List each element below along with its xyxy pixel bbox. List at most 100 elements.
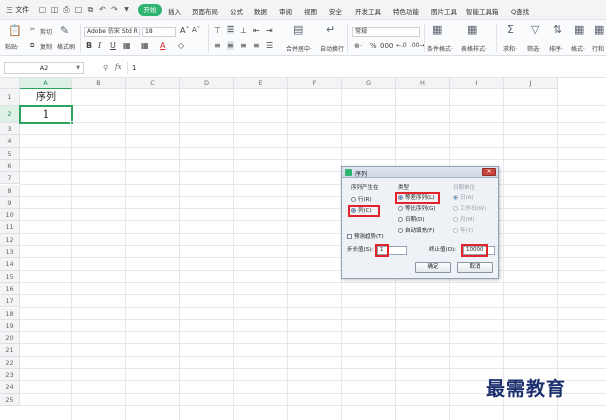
align-bottom-icon[interactable]: ⊥ bbox=[240, 26, 247, 35]
conditional-format-icon[interactable]: ▦ bbox=[432, 23, 442, 36]
column-header-f[interactable]: F bbox=[288, 78, 342, 89]
decrease-decimal-icon[interactable]: .00→ bbox=[410, 42, 425, 49]
format-button[interactable]: 格式· bbox=[571, 44, 585, 53]
font-size-select[interactable]: 18 bbox=[142, 27, 176, 37]
align-left-icon[interactable]: ≡ bbox=[214, 41, 221, 50]
border-icon[interactable]: ▦ bbox=[123, 41, 131, 50]
row-header-23[interactable]: 23 bbox=[0, 369, 20, 382]
print-preview-icon[interactable]: ◫ bbox=[50, 5, 59, 14]
tab-smart-toolbox[interactable]: 智能工具箱 bbox=[466, 6, 499, 16]
trend-checkbox[interactable]: 预测趋势(T) bbox=[347, 234, 384, 241]
cell-a2[interactable]: 1 bbox=[20, 106, 72, 123]
tab-review[interactable]: 审阅 bbox=[279, 6, 292, 16]
format-painter-button[interactable]: 格式刷 bbox=[57, 42, 75, 51]
row-header-16[interactable]: 16 bbox=[0, 282, 20, 296]
row-header-2[interactable]: 2 bbox=[0, 106, 20, 123]
indent-right-icon[interactable]: ⇥ bbox=[266, 26, 273, 35]
row-header-15[interactable]: 15 bbox=[0, 270, 20, 283]
fill-color-icon[interactable]: ▦ bbox=[141, 41, 149, 50]
close-icon[interactable]: ✕ bbox=[482, 168, 496, 176]
column-header-b[interactable]: B bbox=[72, 78, 126, 89]
row-header-7[interactable]: 7 bbox=[0, 172, 20, 185]
sum-button[interactable]: 求和· bbox=[503, 44, 517, 53]
align-middle-icon[interactable]: ☰ bbox=[227, 25, 235, 34]
row-header-22[interactable]: 22 bbox=[0, 356, 20, 369]
sheet-grid[interactable]: A B C D E F G H I J 1 2 3 4 5 6 7 8 9 10 11 12 13 14 15 16 17 18 19 2… bbox=[0, 78, 606, 420]
row-header-19[interactable]: 19 bbox=[0, 319, 20, 333]
tab-security[interactable]: 安全 bbox=[329, 6, 342, 16]
cancel-button[interactable]: 取消 bbox=[457, 262, 493, 273]
conditional-format-button[interactable]: 条件格式· bbox=[427, 44, 453, 53]
sort-button[interactable]: 排序· bbox=[549, 44, 563, 53]
copy-button[interactable]: 复制 bbox=[40, 42, 52, 51]
rows-columns-icon[interactable]: ▦ bbox=[594, 23, 604, 36]
row-header-6[interactable]: 6 bbox=[0, 159, 20, 173]
print-icon[interactable]: ⎙ bbox=[62, 5, 71, 14]
tab-picture-tools[interactable]: 图片工具 bbox=[431, 6, 457, 16]
row-header-18[interactable]: 18 bbox=[0, 307, 20, 320]
align-right-icon[interactable]: ≡ bbox=[240, 41, 247, 50]
quick-access-dropdown-icon[interactable]: ▼ bbox=[122, 5, 131, 14]
clear-format-icon[interactable]: ◇ bbox=[178, 41, 184, 50]
tab-insert[interactable]: 插入 bbox=[168, 6, 181, 16]
italic-button[interactable]: I bbox=[98, 41, 101, 50]
filter-icon[interactable]: ▽ bbox=[531, 23, 539, 36]
row-header-25[interactable]: 25 bbox=[0, 393, 20, 406]
export-pdf-icon[interactable]: □ bbox=[74, 5, 83, 14]
font-color-icon[interactable]: A bbox=[160, 41, 165, 50]
radio-date[interactable]: 日期(D) bbox=[398, 217, 425, 224]
font-name-select[interactable]: Adobe 仿宋 Std R bbox=[84, 27, 140, 37]
column-header-i[interactable]: I bbox=[450, 78, 504, 89]
chevron-down-icon[interactable]: ▼ bbox=[76, 63, 80, 73]
tab-developer[interactable]: 开发工具 bbox=[355, 6, 381, 16]
paste-button[interactable]: 粘贴· bbox=[5, 42, 19, 51]
underline-button[interactable]: U bbox=[110, 41, 116, 50]
row-header-17[interactable]: 17 bbox=[0, 295, 20, 308]
tab-formulas[interactable]: 公式 bbox=[230, 6, 243, 16]
cell-a1[interactable]: 序列 bbox=[20, 89, 72, 106]
number-format-select[interactable]: 常规 bbox=[352, 27, 420, 37]
align-top-icon[interactable]: ⊤ bbox=[214, 26, 221, 35]
row-header-12[interactable]: 12 bbox=[0, 233, 20, 246]
increase-font-icon[interactable]: Aˆ bbox=[180, 26, 189, 35]
zoom-icon[interactable]: ⚲ bbox=[103, 64, 108, 72]
file-menu[interactable]: 三 文件 bbox=[6, 5, 29, 15]
sum-icon[interactable]: Σ bbox=[507, 23, 514, 36]
row-header-24[interactable]: 24 bbox=[0, 381, 20, 394]
select-all-corner[interactable] bbox=[0, 78, 20, 89]
copy-icon[interactable]: ⧉ bbox=[86, 5, 95, 14]
radio-autofill[interactable]: 自动填充(F) bbox=[398, 228, 434, 235]
row-header-9[interactable]: 9 bbox=[0, 196, 20, 210]
insert-function-icon[interactable]: fx bbox=[115, 63, 122, 71]
column-header-j[interactable]: J bbox=[504, 78, 558, 89]
indent-left-icon[interactable]: ⇤ bbox=[253, 26, 260, 35]
format-painter-icon[interactable]: ✎ bbox=[60, 24, 69, 37]
tab-home[interactable]: 开始 bbox=[138, 4, 162, 16]
ok-button[interactable]: 确定 bbox=[415, 262, 451, 273]
thousands-icon[interactable]: 000 bbox=[380, 42, 393, 50]
paste-icon[interactable]: 📋 bbox=[8, 24, 22, 37]
formula-input[interactable]: 1 bbox=[127, 62, 601, 74]
decrease-font-icon[interactable]: Aˇ bbox=[192, 26, 200, 34]
radio-rows[interactable]: 行(R) bbox=[351, 197, 372, 204]
name-box[interactable]: A2 ▼ bbox=[4, 62, 84, 74]
tab-page-layout[interactable]: 页面布局 bbox=[192, 6, 218, 16]
wrap-text-icon[interactable]: ↵ bbox=[326, 23, 335, 36]
row-header-13[interactable]: 13 bbox=[0, 246, 20, 259]
increase-decimal-icon[interactable]: ←.0 bbox=[396, 42, 407, 49]
row-header-1[interactable]: 1 bbox=[0, 89, 20, 106]
row-header-14[interactable]: 14 bbox=[0, 258, 20, 271]
currency-icon[interactable]: ⊕· bbox=[354, 42, 362, 50]
row-header-20[interactable]: 20 bbox=[0, 332, 20, 345]
table-style-button[interactable]: 表格样式· bbox=[461, 44, 487, 53]
cut-button[interactable]: 剪切 bbox=[40, 27, 52, 36]
format-icon[interactable]: ▦ bbox=[574, 23, 584, 36]
bold-button[interactable]: B bbox=[86, 41, 92, 50]
undo-icon[interactable]: ↶ bbox=[98, 5, 107, 14]
save-icon[interactable]: ▢ bbox=[38, 5, 47, 14]
search-button[interactable]: Q查找 bbox=[511, 6, 529, 16]
column-header-g[interactable]: G bbox=[342, 78, 396, 89]
row-header-11[interactable]: 11 bbox=[0, 221, 20, 234]
row-header-5[interactable]: 5 bbox=[0, 147, 20, 160]
merge-center-icon[interactable]: ▤ bbox=[293, 23, 303, 36]
